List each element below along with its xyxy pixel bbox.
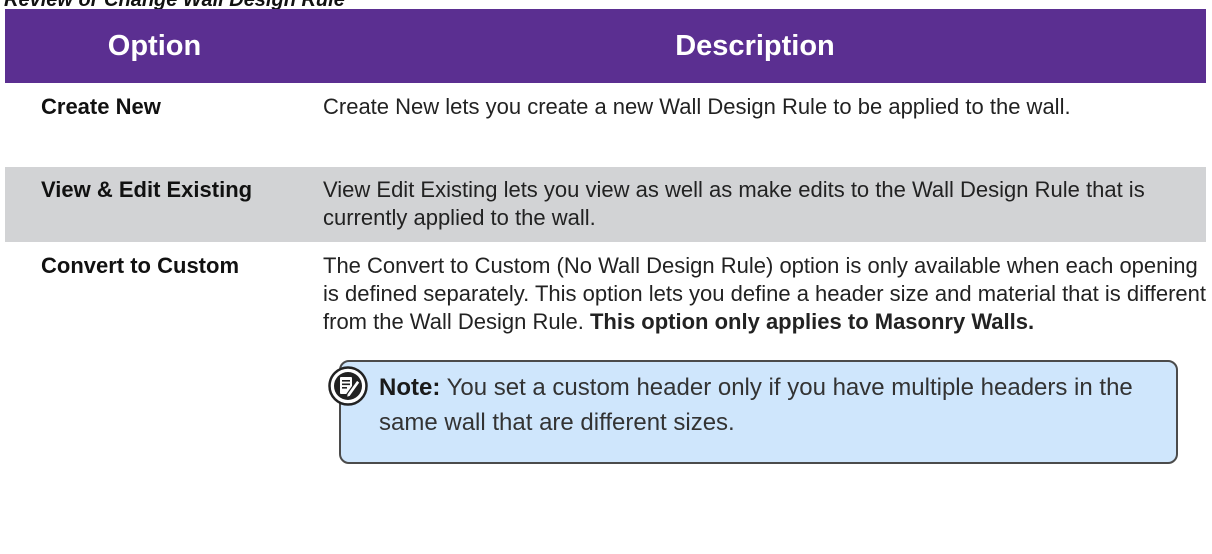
table-row: View & Edit Existing View Edit Existing … [5,166,1206,243]
note-pencil-icon [328,366,368,406]
table-header-row: Option Description [5,9,1206,84]
note-label: Note: [379,374,441,401]
note-body: You set a custom header only if you have… [379,374,1133,436]
description-cell-create-new: Create New lets you create a new Wall De… [304,83,1206,167]
description-cell-view-edit: View Edit Existing lets you view as well… [304,166,1206,243]
description-bold-text: This option only applies to Masonry Wall… [589,309,1035,334]
description-cell-convert-custom: The Convert to Custom (No Wall Design Ru… [304,242,1206,522]
table-row: Create New Create New lets you create a … [5,83,1206,167]
table-row: Convert to Custom The Convert to Custom … [5,242,1206,522]
option-cell-view-edit: View & Edit Existing [5,166,304,243]
option-cell-convert-custom: Convert to Custom [5,242,304,522]
header-option: Option [5,9,304,84]
options-table: Option Description Create New Create New… [5,9,1206,522]
note-text: Note: You set a custom header only if yo… [379,370,1164,440]
option-cell-create-new: Create New [5,83,304,167]
note-box: Note: You set a custom header only if yo… [328,360,1178,464]
header-description: Description [304,9,1206,84]
